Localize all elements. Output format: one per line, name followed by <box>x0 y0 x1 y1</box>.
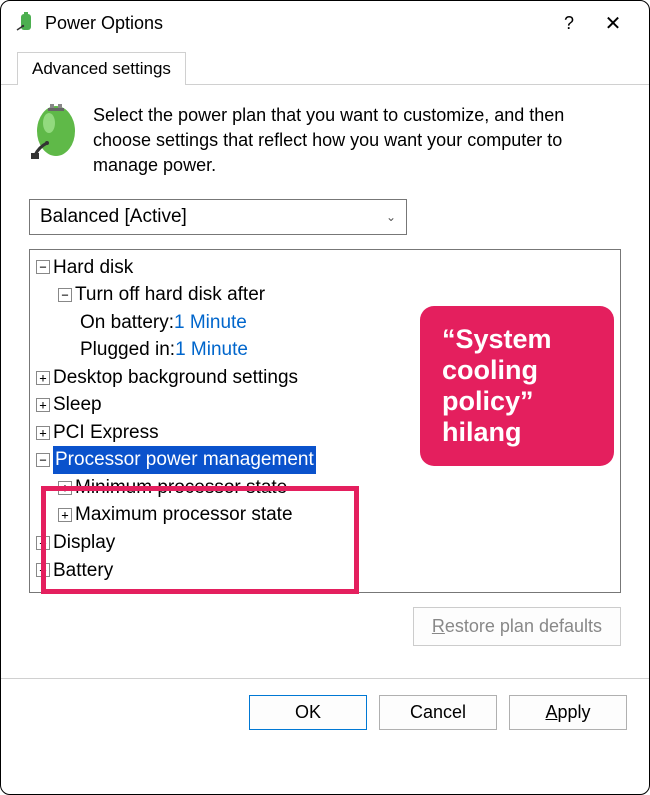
expand-icon[interactable]: + <box>36 426 50 440</box>
dialog-buttons: OK Cancel Apply <box>1 679 649 746</box>
tree-node-max-processor[interactable]: +Maximum processor state <box>36 501 614 529</box>
plugged-in-value[interactable]: 1 Minute <box>175 336 248 364</box>
collapse-icon[interactable]: − <box>36 453 50 467</box>
chevron-down-icon: ⌄ <box>386 210 396 224</box>
restore-row: Restore plan defaults <box>29 607 621 646</box>
plan-dropdown[interactable]: Balanced [Active] ⌄ <box>29 199 407 235</box>
power-plan-icon <box>29 103 83 179</box>
tree-node-hard-disk[interactable]: −Hard disk <box>36 254 614 282</box>
annotation-callout: “System cooling policy” hilang <box>420 306 614 466</box>
expand-icon[interactable]: + <box>58 481 72 495</box>
close-icon: ✕ <box>605 11 622 36</box>
expand-icon[interactable]: + <box>36 536 50 550</box>
titlebar: Power Options ? ✕ <box>1 1 649 45</box>
window-title: Power Options <box>45 13 547 34</box>
apply-button[interactable]: Apply <box>509 695 627 730</box>
tree-node-display[interactable]: +Display <box>36 529 614 557</box>
description-row: Select the power plan that you want to c… <box>29 103 621 179</box>
expand-icon[interactable]: + <box>36 563 50 577</box>
help-button[interactable]: ? <box>547 5 591 41</box>
tab-bar: Advanced settings <box>1 51 649 85</box>
ok-button[interactable]: OK <box>249 695 367 730</box>
plan-selected-label: Balanced [Active] <box>40 206 187 228</box>
expand-icon[interactable]: + <box>36 398 50 412</box>
restore-defaults-button[interactable]: Restore plan defaults <box>413 607 621 646</box>
close-button[interactable]: ✕ <box>591 5 635 41</box>
expand-icon[interactable]: + <box>36 371 50 385</box>
tab-advanced-settings[interactable]: Advanced settings <box>17 52 186 85</box>
collapse-icon[interactable]: − <box>36 260 50 274</box>
tree-node-turn-off-hdd[interactable]: −Turn off hard disk after <box>36 281 614 309</box>
collapse-icon[interactable]: − <box>58 288 72 302</box>
cancel-button[interactable]: Cancel <box>379 695 497 730</box>
callout-text: “System cooling policy” hilang <box>442 324 552 447</box>
tree-node-min-processor[interactable]: +Minimum processor state <box>36 474 614 502</box>
tree-node-battery[interactable]: +Battery <box>36 557 614 585</box>
processor-label-selected: Processor power management <box>53 446 316 474</box>
description-text: Select the power plan that you want to c… <box>93 103 621 179</box>
power-options-icon <box>15 12 37 34</box>
on-battery-value[interactable]: 1 Minute <box>174 309 247 337</box>
expand-icon[interactable]: + <box>58 508 72 522</box>
